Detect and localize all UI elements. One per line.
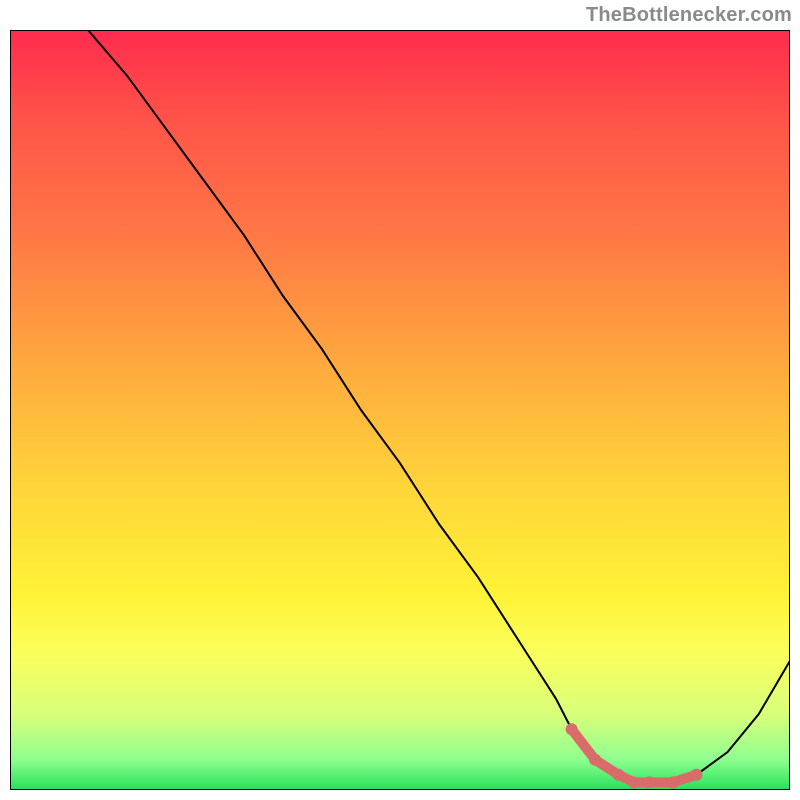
highlight-dot: [566, 723, 578, 735]
attribution-text: TheBottlenecker.com: [586, 4, 792, 27]
highlight-dot: [644, 776, 656, 788]
highlight-dot: [690, 769, 702, 781]
curve-layer: [10, 30, 790, 790]
highlight-dot: [589, 754, 601, 766]
bottleneck-curve: [88, 30, 790, 782]
highlight-dot: [628, 776, 640, 788]
highlight-flat-region: [572, 729, 697, 782]
highlight-dot: [612, 769, 624, 781]
chart-container: TheBottlenecker.com: [0, 0, 800, 800]
plot-area: [10, 30, 790, 790]
highlight-dot: [667, 776, 679, 788]
